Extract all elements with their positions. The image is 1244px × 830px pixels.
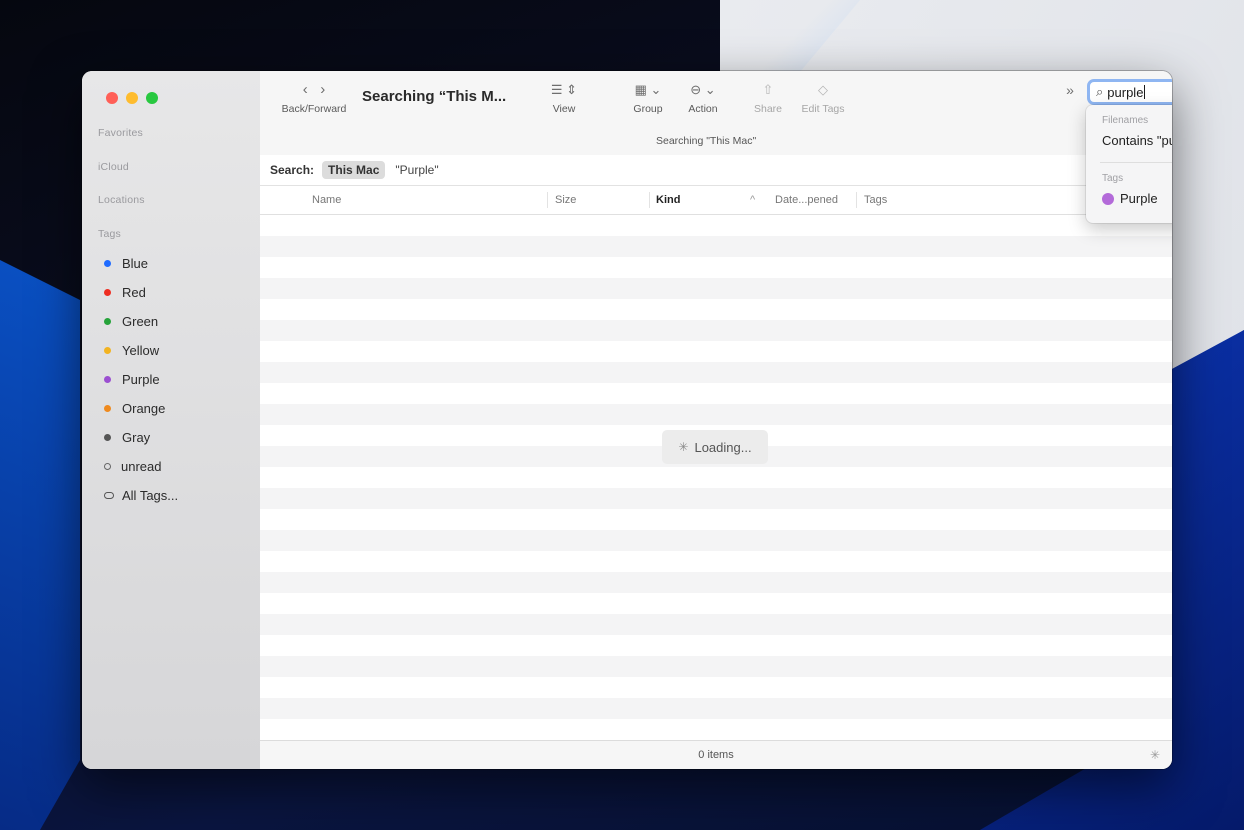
suggestion-contains-purple[interactable]: Contains "purple" [1102,133,1172,148]
back-forward-label: Back/Forward [281,103,347,115]
minimize-window-button[interactable] [126,92,138,104]
suggestion-header-tags: Tags [1102,173,1124,184]
forward-chevron-icon[interactable]: › [320,81,325,98]
sidebar: Favorites iCloud Locations Tags Blue Red… [82,71,261,769]
column-kind[interactable]: Kind [656,186,680,214]
tag-icon: ◇ [818,82,828,97]
sidebar-item-label: Blue [122,256,149,271]
sidebar-item-purple[interactable]: Purple [82,365,260,394]
window-title: Searching “This M... [362,88,507,105]
back-forward-control[interactable]: ‹ › Back/Forward [274,81,354,115]
double-chevron-right-icon: » [1066,82,1074,98]
sidebar-item-all-tags[interactable]: All Tags... [82,481,260,510]
search-query: purple [1107,84,1144,100]
sidebar-section-icloud[interactable]: iCloud [98,161,129,173]
sidebar-item-unread[interactable]: unread [82,452,260,481]
blue-tag-dot-icon [104,260,111,267]
suggestion-header-filenames: Filenames [1102,115,1149,126]
finder-window: Favorites iCloud Locations Tags Blue Red… [82,71,1172,769]
column-tags[interactable]: Tags [864,186,887,214]
spinner-icon: ✳ [1149,748,1160,762]
action-label: Action [688,103,718,115]
scope-label: Search: [270,163,315,177]
sidebar-item-label: Green [122,314,159,329]
sidebar-item-label: All Tags... [122,488,179,503]
column-divider[interactable] [547,192,548,208]
suggestion-label: Purple [1120,191,1158,206]
loading-indicator: ✳ Loading... [662,430,768,464]
all-tags-icon [104,492,114,499]
view-button[interactable]: ☰ ⇕ View [544,82,584,116]
sidebar-section-locations[interactable]: Locations [98,194,145,206]
loading-label: Loading... [694,439,752,455]
purple-tag-dot-icon [104,376,111,383]
group-icon: ▦ ⌄ [634,82,662,97]
sidebar-item-label: Yellow [122,343,160,358]
window-controls [106,92,158,104]
suggestion-tag-purple[interactable]: Purple [1102,191,1158,206]
purple-tag-dot-icon [1102,192,1114,205]
sidebar-item-label: unread [121,459,162,474]
edit-tags-label: Edit Tags [801,103,845,115]
search-suggestions-menu: Filenames Contains "purple" Tags Purple [1086,105,1172,223]
spinner-icon: ✳ [678,440,689,454]
suggestion-divider [1100,162,1172,163]
scope-this-mac-button[interactable]: This Mac [322,161,386,179]
toolbar: ‹ › Back/Forward Searching “This M... ☰ … [260,71,1172,156]
column-name[interactable]: Name [312,186,341,214]
sidebar-item-label: Purple [122,372,160,387]
scope-token-purple[interactable]: "Purple" [395,163,438,177]
tag-list: Blue Red Green Yellow Purple Orange Gray… [82,249,260,510]
column-size[interactable]: Size [555,186,576,214]
sidebar-item-yellow[interactable]: Yellow [82,336,260,365]
column-divider[interactable] [649,192,650,208]
view-label: View [552,103,576,115]
main-pane: ‹ › Back/Forward Searching “This M... ☰ … [260,71,1172,769]
sidebar-item-gray[interactable]: Gray [82,423,260,452]
column-date-opened[interactable]: Date...pened [775,186,838,214]
red-tag-dot-icon [104,289,111,296]
item-count: 0 items [698,749,734,761]
sidebar-item-green[interactable]: Green [82,307,260,336]
list-view-icon: ☰ ⇕ [550,82,578,97]
group-button[interactable]: ▦ ⌄ Group [628,82,668,116]
sort-ascending-icon: ^ [750,194,756,206]
column-divider[interactable] [856,192,857,208]
hollow-circle-icon [104,463,111,470]
search-icon: ⌕ [1096,84,1104,99]
search-subtitle: Searching "This Mac" [656,135,757,147]
text-caret [1144,85,1146,99]
orange-tag-dot-icon [104,405,111,412]
sidebar-section-favorites[interactable]: Favorites [98,127,143,139]
sidebar-item-red[interactable]: Red [82,278,260,307]
suggestion-label: Contains "purple" [1102,133,1172,148]
status-bar: 0 items ✳ [260,740,1172,769]
share-label: Share [753,103,783,115]
edit-tags-button[interactable]: ◇ Edit Tags [794,82,852,116]
toolbar-overflow-button[interactable]: » [1060,83,1080,99]
search-scope-bar: Search: This Mac "Purple" [260,155,1172,186]
sidebar-item-label: Orange [122,401,166,416]
column-header: Name Size Kind ^ Date...pened Tags [260,186,1172,215]
sidebar-item-label: Red [122,285,146,300]
sidebar-item-blue[interactable]: Blue [82,249,260,278]
sidebar-item-label: Gray [122,430,151,445]
file-list[interactable]: ✳ Loading... [260,215,1172,741]
sidebar-item-orange[interactable]: Orange [82,394,260,423]
gray-tag-dot-icon [104,434,111,441]
action-button[interactable]: ⊖ ⌄ Action [678,82,728,116]
share-icon: ⇧ [762,82,774,97]
search-input[interactable]: ⌕ purple ✕ [1087,79,1172,105]
close-window-button[interactable] [106,92,118,104]
back-chevron-icon[interactable]: ‹ [303,81,308,98]
green-tag-dot-icon [104,318,111,325]
action-ellipsis-icon: ⊖ ⌄ [690,82,716,97]
share-button[interactable]: ⇧ Share [748,82,788,116]
zoom-window-button[interactable] [146,92,158,104]
yellow-tag-dot-icon [104,347,111,354]
group-label: Group [633,103,663,115]
sidebar-section-tags[interactable]: Tags [98,228,121,240]
